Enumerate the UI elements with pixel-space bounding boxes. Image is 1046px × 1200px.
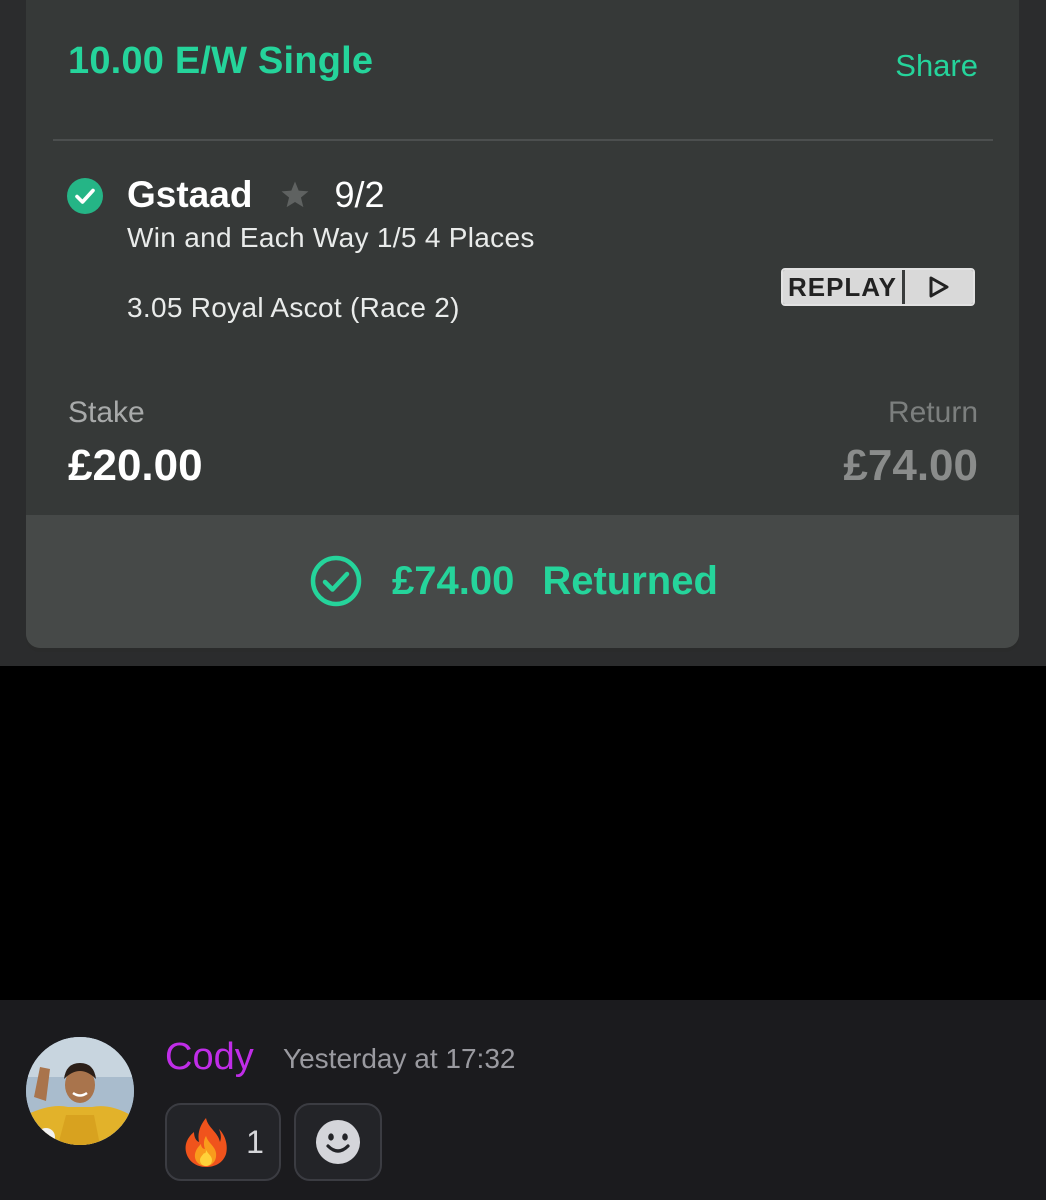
page: 10.00 E/W Single Share Gstaad 9/2 Win an…: [0, 0, 1046, 1200]
bet-screenshot: 10.00 E/W Single Share Gstaad 9/2 Win an…: [0, 0, 1046, 666]
bet-title: 10.00 E/W Single: [68, 40, 374, 82]
selection-name: Gstaad: [127, 174, 253, 215]
chat-message: Cody Yesterday at 17:32 1: [0, 1000, 1046, 1200]
replay-button[interactable]: REPLAY: [781, 268, 975, 306]
selection-row: Gstaad 9/2: [127, 176, 384, 213]
fire-emoji-icon: [185, 1118, 227, 1167]
returned-amount: £74.00: [392, 559, 515, 603]
smiley-icon: [316, 1120, 360, 1164]
avatar[interactable]: [26, 1037, 134, 1145]
username[interactable]: Cody: [165, 1038, 254, 1076]
star-icon[interactable]: [278, 178, 312, 212]
stake-label: Stake: [68, 396, 145, 429]
reaction-fire[interactable]: 1: [165, 1103, 281, 1181]
replay-label: REPLAY: [783, 270, 902, 304]
stake-value: £20.00: [68, 441, 203, 490]
returned-content: £74.00 Returned: [310, 555, 718, 607]
returned-check-icon: [310, 555, 362, 607]
play-icon: [902, 270, 973, 304]
reaction-count: 1: [246, 1124, 264, 1160]
add-reaction-button[interactable]: [294, 1103, 382, 1181]
timestamp: Yesterday at 17:32: [283, 1043, 516, 1074]
return-label: Return: [887, 396, 978, 429]
race-info: 3.05 Royal Ascot (Race 2): [127, 292, 460, 323]
bet-terms: Win and Each Way 1/5 4 Places: [127, 222, 535, 253]
check-circle-icon: [67, 178, 103, 214]
selection-odds: 9/2: [334, 173, 385, 215]
share-button[interactable]: Share: [895, 50, 978, 81]
returned-text: Returned: [542, 559, 718, 603]
returned-status-bar: £74.00 Returned: [26, 515, 1019, 648]
return-value: £74.00: [843, 441, 978, 490]
bet-card: 10.00 E/W Single Share Gstaad 9/2 Win an…: [26, 0, 1019, 648]
divider: [53, 139, 993, 141]
